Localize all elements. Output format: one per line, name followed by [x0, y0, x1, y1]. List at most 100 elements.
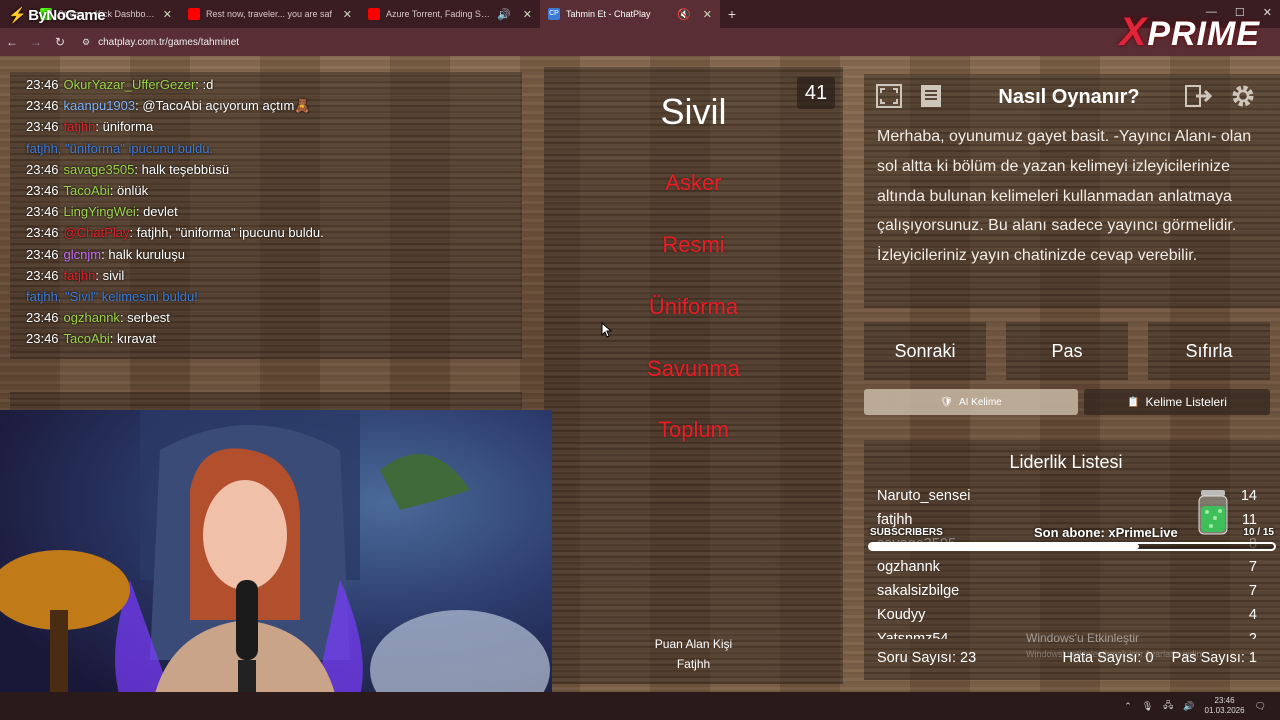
- chevron-up-icon[interactable]: ⌃: [1124, 701, 1132, 712]
- chat-timestamp: 23:46: [26, 331, 59, 347]
- chat-username[interactable]: fatjhh, "Sivil": [26, 289, 98, 304]
- clock-time: 23:46: [1214, 696, 1235, 705]
- chat-message: 23:46 ogzhannk: serbest: [26, 307, 522, 328]
- ai-word-label: AI Kelime: [958, 396, 1002, 408]
- close-icon[interactable]: ✕: [523, 8, 532, 21]
- chat-username[interactable]: fatjhh: [64, 119, 96, 134]
- browser-tab-active[interactable]: CP Tahmin Et - ChatPlay 🔇 ✕: [540, 0, 720, 28]
- chat-text: @TacoAbi açıyorum açtım🧸: [142, 98, 311, 114]
- ai-word-button[interactable]: 🛡 AI Kelime: [864, 389, 1078, 415]
- mute-icon[interactable]: 🔇: [677, 8, 691, 21]
- chat-username[interactable]: OkurYazar_UfferGezer: [64, 77, 196, 92]
- browser-tab[interactable]: Azure Torrent, Fading Song 🔊 ✕: [360, 0, 540, 28]
- chat-username[interactable]: @ChatPlay: [64, 225, 130, 240]
- word-lists-button[interactable]: 📋 Kelime Listeleri: [1084, 389, 1270, 415]
- document-icon[interactable]: [914, 80, 948, 112]
- scorer-label: Puan Alan Kişi: [654, 637, 733, 651]
- subscriber-progress-fill: [870, 544, 1140, 549]
- settings-gear-icon[interactable]: [1226, 80, 1260, 112]
- new-tab-button[interactable]: +: [720, 6, 744, 22]
- chat-username[interactable]: TacoAbi: [64, 183, 110, 198]
- player-score: 14: [1240, 488, 1257, 504]
- close-window-icon[interactable]: ✕: [1263, 6, 1272, 19]
- pass-button[interactable]: Pas: [1006, 322, 1128, 380]
- clock-date: 01.03.2026: [1204, 706, 1245, 715]
- chat-username[interactable]: ogzhannk: [64, 310, 120, 325]
- browser-tab-bar: Stream - Kick Dashboard ✕ Rest now, trav…: [0, 0, 1280, 28]
- chat-text: devlet: [143, 204, 178, 220]
- player-name: ogzhannk: [877, 559, 940, 575]
- speaker-icon[interactable]: 🔊: [497, 8, 511, 21]
- chat-username[interactable]: fatjhh: [64, 268, 96, 283]
- chat-timestamp: 23:46: [26, 161, 59, 177]
- chat-text: sivil: [102, 267, 125, 283]
- chat-separator: :: [129, 225, 137, 241]
- chat-username[interactable]: fatjhh, "üniforma": [26, 141, 125, 156]
- tab-title: Rest now, traveler... you are saf: [206, 9, 333, 19]
- chat-messages: 23:46 OkurYazar_UfferGezer: :d 23:46 kaanpu…: [10, 74, 522, 358]
- close-icon[interactable]: ✕: [343, 8, 352, 21]
- chat-timestamp: 23:46: [26, 246, 59, 262]
- fullscreen-icon[interactable]: [872, 80, 906, 112]
- system-tray: ⌃ 🎙 🖧 🔊 23:46 01.03.2026 🗨: [1124, 696, 1266, 716]
- chat-username[interactable]: glcnjm: [64, 247, 102, 262]
- brand-text: ByNoGame: [28, 7, 106, 24]
- player-name: Koudyy: [877, 607, 926, 623]
- chat-message: 23:46 kaanpu1903: @TacoAbi açıyorum açtım…: [26, 95, 522, 116]
- chat-username[interactable]: TacoAbi: [64, 331, 110, 346]
- chat-message: 23:46 glcnjm: halk kuruluşu: [26, 244, 522, 265]
- chat-separator: :: [95, 267, 103, 283]
- chat-message: 23:46 savage3505: halk teşebbüsü: [26, 159, 522, 180]
- youtube-favicon-icon: [188, 8, 200, 20]
- channel-brand-logo: ⚡ ByNoGame: [8, 6, 106, 24]
- browser-tab[interactable]: Rest now, traveler... you are saf ✕: [180, 0, 360, 28]
- how-to-play-text: Merhaba, oyunumuz gayet basit. -Yayıncı …: [877, 128, 1252, 265]
- subscriber-count: 10 / 15: [1243, 527, 1274, 538]
- leaderboard-row: sakalsizbilge 7: [877, 579, 1257, 603]
- back-icon[interactable]: ←: [0, 35, 24, 49]
- tab-title: Tahmin Et - ChatPlay: [566, 9, 651, 19]
- how-to-play-panel: Nasıl Oynanır? Merhaba, oyunumuz gayet b…: [864, 74, 1280, 308]
- network-icon[interactable]: 🖧: [1163, 698, 1173, 714]
- chat-message: 23:46 fatjhh: sivil: [26, 265, 522, 286]
- url-field[interactable]: ⚙ chatplay.com.tr/games/tahminet: [82, 32, 239, 52]
- windows-activation-watermark: Windows'u Etkinleştir: [1026, 631, 1139, 645]
- webcam-feed: [0, 410, 552, 720]
- robot-icon: 🛡: [940, 396, 953, 408]
- player-score: 7: [1248, 559, 1257, 575]
- forward-icon[interactable]: →: [24, 35, 48, 49]
- site-info-icon[interactable]: ⚙: [82, 37, 90, 48]
- xprime-overlay-logo: XPRIME: [1119, 10, 1260, 54]
- how-to-play-title: Nasıl Oynanır?: [998, 86, 1140, 108]
- chat-timestamp: 23:46: [26, 182, 59, 198]
- target-word: Sivil: [660, 91, 727, 132]
- volume-icon[interactable]: 🔊: [1183, 701, 1194, 712]
- chat-username[interactable]: savage3505: [64, 162, 135, 177]
- chat-text: kelimesini buldu!: [101, 288, 198, 304]
- taskbar: ⌃ 🎙 🖧 🔊 23:46 01.03.2026 🗨: [0, 692, 1280, 720]
- forbidden-word: Asker: [665, 170, 722, 195]
- close-icon[interactable]: ✕: [163, 8, 172, 21]
- windows-activation-subtext: Windows'u etkinleştirmek için Ayarlar'a …: [1026, 649, 1204, 659]
- chat-text: serbest: [127, 310, 170, 326]
- notification-icon[interactable]: 🗨: [1255, 701, 1266, 712]
- player-score: 2: [1248, 631, 1257, 639]
- mouse-cursor-icon: [601, 322, 613, 338]
- next-button[interactable]: Sonraki: [864, 322, 986, 380]
- chat-text: kıravat: [117, 331, 157, 347]
- word-card: 41 Sivil Asker Resmi Üniforma Savunma To…: [544, 67, 843, 684]
- close-icon[interactable]: ✕: [703, 8, 712, 21]
- microphone-icon[interactable]: 🎙: [1142, 701, 1153, 712]
- reset-button[interactable]: Sıfırla: [1148, 322, 1270, 380]
- chat-username[interactable]: kaanpu1903: [64, 98, 136, 113]
- chat-timestamp: 23:46: [26, 310, 59, 326]
- leaderboard-row: Koudyy 4: [877, 603, 1257, 627]
- streamer-area-panel: [10, 392, 522, 412]
- clipboard-icon: 📋: [1127, 396, 1140, 408]
- reload-icon[interactable]: ↻: [48, 35, 72, 49]
- chat-username[interactable]: LingYingWei: [64, 204, 136, 219]
- logout-icon[interactable]: [1182, 80, 1216, 112]
- chat-separator: :: [135, 204, 144, 220]
- clock[interactable]: 23:46 01.03.2026: [1205, 696, 1245, 716]
- address-bar: ← → ↻ ⚙ chatplay.com.tr/games/tahminet: [0, 28, 1280, 56]
